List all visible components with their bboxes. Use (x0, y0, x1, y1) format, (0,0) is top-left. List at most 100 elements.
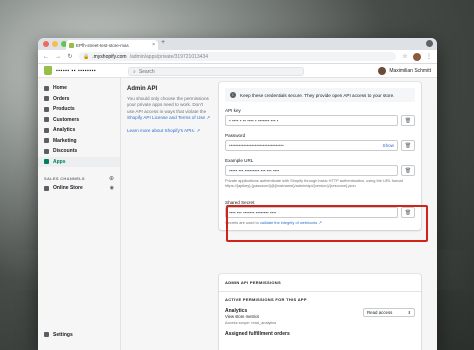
example-url-input[interactable]: ▪▪▪▪▪ ▪▪▪ ▪▪▪▪▪▪▪▪▪ ▪▪▪ ▪▪▪ ▪▪▪▪ (225, 165, 398, 176)
tab-title: EPfh-street-test-store-mas (76, 42, 129, 48)
sidebar: Home Orders Products Customers Analytics… (38, 78, 121, 350)
new-tab-button[interactable]: + (161, 39, 165, 46)
api-key-field: API key ▪ ▪▪▪▪ ▪ ▪▪ ▪▪▪▪ ▪ ▪▪▪▪▪▪▪ ▪▪▪ ▪… (219, 108, 421, 126)
store-name: ▪▪▪▪▪▪ ▪▪ ▪▪▪▪▪▪▪▪ (56, 67, 97, 74)
trash-icon: 🗑 (404, 117, 412, 124)
permission-row-fulfillment: Assigned fulfillment orders (219, 328, 421, 340)
sidebar-item-label: Discounts (53, 148, 78, 155)
window-controls (43, 41, 67, 47)
sidebar-item-apps[interactable]: Apps (38, 156, 120, 167)
delete-api-key-button[interactable]: 🗑 (401, 115, 415, 126)
add-sales-channel-icon[interactable]: ⊕ (109, 175, 114, 182)
url-input[interactable]: 🔒 .myshopify.com/admin/apps/private/3197… (79, 52, 396, 61)
example-url-label: Example URL (225, 158, 254, 163)
select-value: Read access (367, 310, 393, 315)
close-window-dot[interactable] (43, 41, 49, 47)
marketing-icon (44, 138, 49, 144)
shopify-topbar: ▪▪▪▪▪▪ ▪▪ ▪▪▪▪▪▪▪▪ ⌕ Search Maximilian S… (38, 64, 437, 78)
reload-icon[interactable]: ↻ (67, 53, 73, 60)
gear-icon (44, 332, 49, 338)
sidebar-item-online-store[interactable]: Online Store ◉ (38, 183, 120, 194)
admin-api-intro: Admin API You should only choose the per… (127, 86, 211, 134)
sidebar-item-products[interactable]: Products (38, 104, 120, 115)
sidebar-item-customers[interactable]: Customers (38, 115, 120, 126)
external-link-icon: ↗ (206, 114, 211, 120)
discounts-icon (44, 148, 49, 154)
show-password-button[interactable]: Show (383, 143, 395, 148)
back-icon[interactable]: ← (43, 54, 49, 60)
sidebar-item-settings[interactable]: Settings (38, 330, 120, 341)
shared-secret-highlight-box (226, 205, 428, 242)
analytics-access-select[interactable]: Read access ⬍ (363, 308, 415, 317)
password-value: •••••••••••••••••••••••••••••••••• (229, 143, 284, 148)
user-menu[interactable]: Maximilian Schmitt (378, 67, 431, 75)
info-icon: i (230, 92, 236, 98)
orders-icon (44, 96, 49, 102)
external-link-icon: ↗ (196, 128, 201, 134)
permissions-heading: ADMIN API PERMISSIONS (219, 274, 421, 292)
url-host: .myshopify.com (92, 53, 127, 60)
address-bar-actions: ☆ ⋮ (402, 52, 432, 61)
trash-icon: 🗑 (404, 167, 412, 174)
sidebar-item-label: Products (53, 106, 75, 113)
address-bar: ← → ↻ 🔒 .myshopify.com/admin/apps/privat… (38, 50, 437, 64)
sidebar-item-label: Online Store (53, 185, 83, 192)
select-caret-icon: ⬍ (407, 310, 411, 315)
permission-scope: Access scope: read_analytics (225, 319, 277, 325)
avatar (378, 67, 387, 75)
api-key-value: ▪ ▪▪▪▪ ▪ ▪▪ ▪▪▪▪ ▪ ▪▪▪▪▪▪▪ ▪▪▪ ▪ (229, 118, 279, 123)
admin-api-permissions-card: ADMIN API PERMISSIONS ACTIVE PERMISSIONS… (219, 274, 421, 350)
delete-example-url-button[interactable]: 🗑 (401, 165, 415, 176)
shopify-favicon-icon (69, 42, 74, 48)
sidebar-item-label: Customers (53, 116, 80, 123)
description-text: You should only choose the permissions y… (127, 96, 209, 114)
sidebar-item-label: Settings (53, 331, 73, 338)
online-store-icon (44, 185, 49, 191)
browser-window: EPfh-street-test-store-mas × + ← → ↻ 🔒 .… (38, 38, 437, 350)
sales-channels-label: SALES CHANNELS (44, 175, 85, 181)
sidebar-item-label: Analytics (53, 127, 76, 134)
sidebar-item-label: Apps (53, 158, 66, 165)
url-path: /admin/apps/private/319721013434 (129, 53, 209, 60)
sidebar-item-label: Marketing (53, 137, 77, 144)
api-key-input[interactable]: ▪ ▪▪▪▪ ▪ ▪▪ ▪▪▪▪ ▪ ▪▪▪▪▪▪▪ ▪▪▪ ▪ (225, 115, 398, 126)
example-url-value: ▪▪▪▪▪ ▪▪▪ ▪▪▪▪▪▪▪▪▪ ▪▪▪ ▪▪▪ ▪▪▪▪ (229, 168, 280, 173)
forward-icon[interactable]: → (55, 54, 61, 60)
customers-icon (44, 117, 49, 123)
api-terms-link[interactable]: Shopify API License and Terms of Use ↗ (127, 115, 210, 120)
analytics-icon (44, 127, 49, 133)
products-icon (44, 106, 49, 112)
tab-strip: EPfh-street-test-store-mas × + (38, 38, 437, 50)
shopify-logo-icon[interactable] (44, 66, 52, 75)
api-key-label: API key (225, 108, 241, 113)
bookmark-star-icon[interactable]: ☆ (402, 53, 408, 60)
browser-menu-icon[interactable]: ⋮ (426, 53, 432, 60)
example-url-field: Example URL ▪▪▪▪▪ ▪▪▪ ▪▪▪▪▪▪▪▪▪ ▪▪▪ ▪▪▪ … (219, 158, 421, 188)
banner-text: Keep these credentials secure. They prov… (240, 92, 395, 98)
learn-more-link[interactable]: Learn more about Shopify's APIs. ↗ (127, 128, 211, 134)
trash-icon: 🗑 (404, 142, 412, 149)
sidebar-item-orders[interactable]: Orders (38, 94, 120, 105)
sidebar-item-discounts[interactable]: Discounts (38, 146, 120, 157)
sidebar-item-analytics[interactable]: Analytics (38, 125, 120, 136)
minimize-window-dot[interactable] (52, 41, 58, 47)
example-url-help: Private applications authenticate with S… (225, 178, 403, 188)
permission-title: Assigned fulfillment orders (225, 330, 290, 337)
search-placeholder: Search (138, 68, 155, 75)
lock-icon: 🔒 (83, 53, 90, 60)
search-input[interactable]: ⌕ Search (128, 67, 304, 76)
tab-close-icon[interactable]: × (152, 42, 155, 48)
delete-password-button[interactable]: 🗑 (401, 140, 415, 151)
sidebar-item-label: Orders (53, 95, 70, 102)
browser-profile-dot[interactable] (426, 40, 433, 47)
sales-channels-header: SALES CHANNELS ⊕ (38, 173, 120, 183)
browser-profile-avatar[interactable] (413, 52, 421, 61)
sidebar-item-home[interactable]: Home (38, 83, 120, 94)
apps-icon (44, 159, 49, 165)
view-store-eye-icon[interactable]: ◉ (110, 185, 114, 191)
browser-tab[interactable]: EPfh-street-test-store-mas × (66, 40, 158, 50)
section-description: You should only choose the permissions y… (127, 96, 211, 121)
password-input[interactable]: •••••••••••••••••••••••••••••••••• Show (225, 140, 398, 151)
sidebar-item-marketing[interactable]: Marketing (38, 136, 120, 147)
api-terms-link-text: Shopify API License and Terms of Use (127, 114, 206, 120)
